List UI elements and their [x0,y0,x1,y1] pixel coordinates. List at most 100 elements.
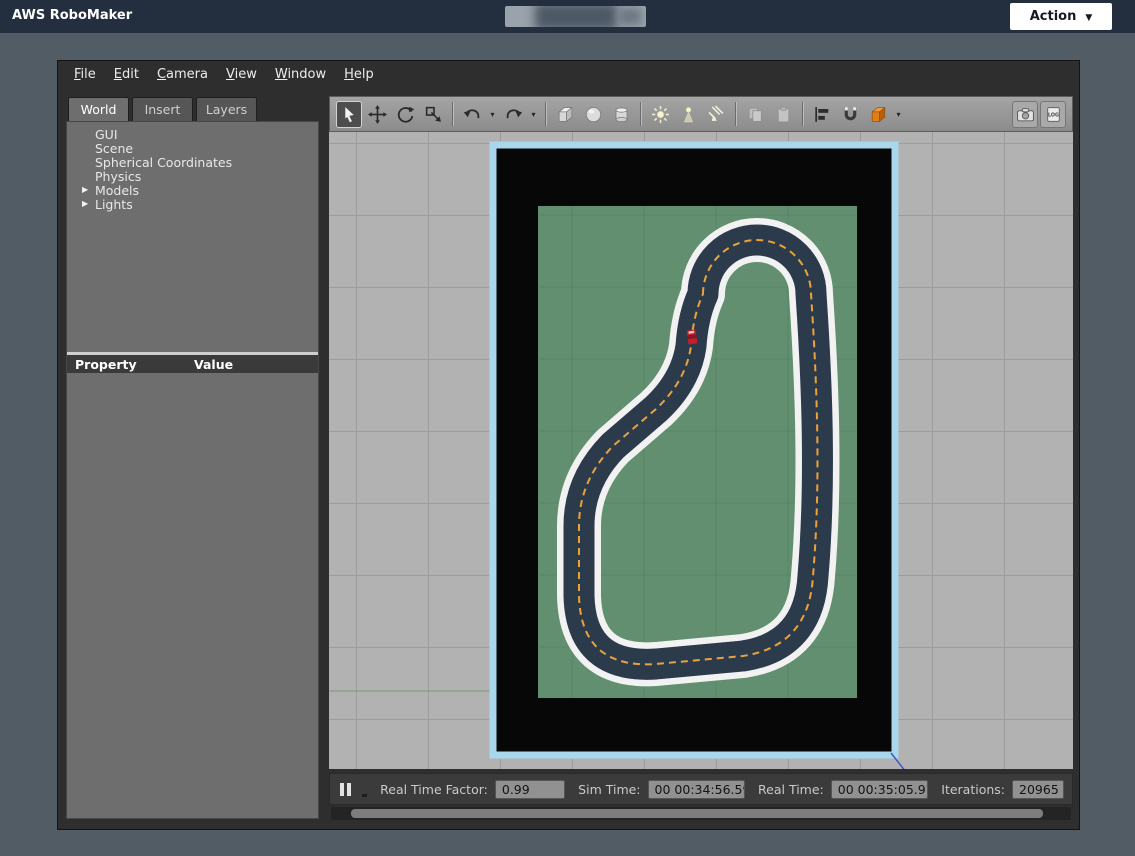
redo-menu-button[interactable]: ▾ [528,101,539,128]
tree-item-label: Models [95,183,139,198]
tree-item-gui[interactable]: GUI [67,127,318,141]
camera-icon [1016,105,1035,124]
paste-button[interactable] [770,101,796,128]
tab-insert[interactable]: Insert [132,97,193,121]
box-icon [556,105,575,124]
tree-item-label: Lights [95,197,133,212]
align-icon [813,105,832,124]
rotate-tool-button[interactable] [392,101,418,128]
step-button[interactable] [362,794,368,797]
toolbar-separator [802,102,803,126]
magnet-icon [841,105,860,124]
expander-icon[interactable]: ▶ [82,186,91,194]
menu-window[interactable]: Window [266,63,335,86]
log-icon: LOG [1044,105,1063,124]
menu-help[interactable]: Help [335,63,383,86]
sim-time-label: Sim Time: [578,782,640,797]
view-angle-button[interactable] [865,101,891,128]
tab-world[interactable]: World [68,97,129,121]
move-icon [368,105,387,124]
cylinder-icon [612,105,631,124]
scrollbar-handle[interactable] [351,809,1043,818]
pause-button[interactable] [338,781,353,798]
redacted-simulation-name [505,6,646,27]
view-cube-icon [869,105,888,124]
expander-icon[interactable]: ▶ [82,200,91,208]
real-time-factor-label: Real Time Factor: [380,782,488,797]
tree-item-label: Physics [95,169,141,184]
point-light-button[interactable] [647,101,673,128]
log-record-button[interactable]: LOG [1040,101,1066,128]
rotate-icon [396,105,415,124]
real-time-factor-value: 0.99 [495,780,565,799]
paste-icon [774,105,793,124]
iterations-value: 20965 [1012,780,1064,799]
add-cylinder-button[interactable] [608,101,634,128]
toolbar-separator [640,102,641,126]
aws-topbar: AWS RoboMaker Action ▼ [0,0,1135,33]
sim-time-value: 00 00:34:56.598 [648,780,746,799]
redacted-blur [535,6,617,27]
svg-text:LOG: LOG [1047,112,1058,118]
menubar: File Edit Camera View Window Help [58,61,1079,87]
toolbar-separator [735,102,736,126]
world-tree: GUI Scene Spherical Coordinates Physics … [67,122,318,211]
directional-light-button[interactable] [703,101,729,128]
directional-light-icon [707,105,726,124]
view-angle-menu-button[interactable]: ▾ [893,101,904,128]
undo-menu-button[interactable]: ▾ [487,101,498,128]
add-sphere-button[interactable] [580,101,606,128]
point-light-icon [651,105,670,124]
tree-item-scene[interactable]: Scene [67,141,318,155]
spot-light-icon [679,105,698,124]
tab-layers[interactable]: Layers [196,97,257,121]
viewport-3d-canvas[interactable] [329,132,1073,769]
property-table-header: Property Value [67,355,318,373]
copy-icon [746,105,765,124]
real-time-value: 00 00:35:05.974 [831,780,929,799]
toolbar-separator [545,102,546,126]
menu-camera[interactable]: Camera [148,63,217,86]
toolbar-separator [452,102,453,126]
align-button[interactable] [809,101,835,128]
redacted-blur [619,8,641,25]
brand-title: AWS RoboMaker [12,8,132,23]
menu-edit[interactable]: Edit [105,63,148,86]
tree-item-label: Spherical Coordinates [95,155,232,170]
tree-item-physics[interactable]: Physics [67,169,318,183]
action-button-label: Action [1030,9,1077,24]
tree-item-spherical-coordinates[interactable]: Spherical Coordinates [67,155,318,169]
tree-item-label: Scene [95,141,133,156]
tree-item-models[interactable]: ▶ Models [67,183,318,197]
screenshot-button[interactable] [1012,101,1038,128]
iterations-label: Iterations: [941,782,1005,797]
menu-file[interactable]: File [65,63,105,86]
value-column-header: Value [186,357,318,372]
viewport-toolbar: ▾ ▾ [329,96,1073,132]
snap-button[interactable] [837,101,863,128]
tree-item-lights[interactable]: ▶ Lights [67,197,318,211]
real-time-label: Real Time: [758,782,824,797]
action-button[interactable]: Action ▼ [1010,3,1112,30]
copy-button[interactable] [742,101,768,128]
property-column-header: Property [67,357,186,372]
translate-tool-button[interactable] [364,101,390,128]
spot-light-button[interactable] [675,101,701,128]
select-tool-button[interactable] [336,101,362,128]
sidebar-tabs: World Insert Layers [68,97,257,121]
chevron-down-icon: ▼ [1085,13,1092,23]
redo-icon [504,105,523,124]
menu-view[interactable]: View [217,63,266,86]
sphere-icon [584,105,603,124]
tree-item-label: GUI [95,127,118,142]
scale-icon [424,105,443,124]
redo-button[interactable] [500,101,526,128]
undo-icon [463,105,482,124]
undo-button[interactable] [459,101,485,128]
add-box-button[interactable] [552,101,578,128]
gazebo-window: File Edit Camera View Window Help World … [57,60,1080,830]
scale-tool-button[interactable] [420,101,446,128]
viewport: ▾ ▾ [329,96,1073,769]
simulation-statusbar: Real Time Factor: 0.99 Sim Time: 00 00:3… [329,773,1073,805]
horizontal-scrollbar[interactable] [331,807,1071,820]
